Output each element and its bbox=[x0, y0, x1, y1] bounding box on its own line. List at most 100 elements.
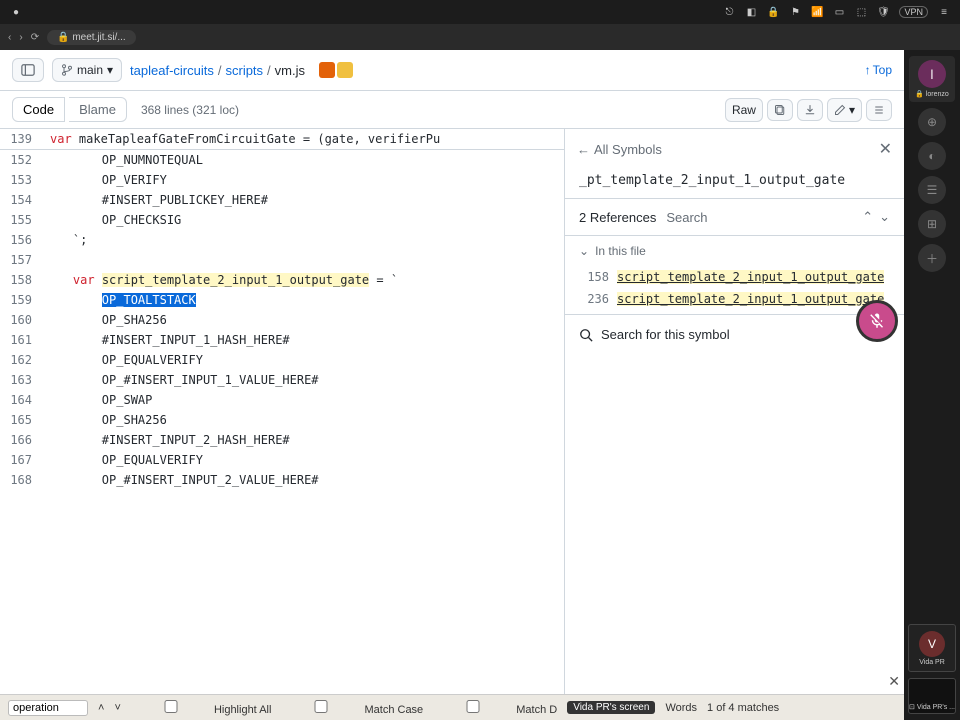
edit-button[interactable]: ▾ bbox=[827, 98, 862, 122]
download-button[interactable] bbox=[797, 99, 823, 121]
breadcrumb-folder[interactable]: scripts bbox=[225, 63, 263, 78]
branch-selector[interactable]: main ▾ bbox=[52, 58, 122, 82]
match-diacritics-checkbox[interactable]: Match D bbox=[433, 700, 557, 716]
code-line[interactable]: 165 OP_SHA256 bbox=[0, 410, 564, 430]
dock-button[interactable]: ⊕ bbox=[918, 108, 946, 136]
tray-battery-icon[interactable]: ▭ bbox=[833, 6, 845, 18]
participant-tile[interactable]: V Vida PR bbox=[908, 624, 956, 672]
tray-icon[interactable]: 🔒 bbox=[767, 6, 779, 18]
shared-screen: main ▾ tapleaf-circuits / scripts / vm.j… bbox=[0, 50, 904, 720]
references-header[interactable]: 2 References Search ⌃ ⌄ bbox=[565, 199, 904, 236]
dock-button[interactable]: ◐ bbox=[918, 142, 946, 170]
browser-toolbar: ‹ › ⟳ 🔒 meet.jit.si/... bbox=[0, 24, 960, 50]
line-number: 168 bbox=[0, 470, 44, 490]
code-view[interactable]: 139 var makeTapleafGateFromCircuitGate =… bbox=[0, 129, 564, 720]
line-number: 164 bbox=[0, 390, 44, 410]
tray-icon[interactable]: ◧ bbox=[745, 6, 757, 18]
code-line[interactable]: 163 OP_#INSERT_INPUT_1_VALUE_HERE# bbox=[0, 370, 564, 390]
code-line[interactable]: 161 #INSERT_INPUT_1_HASH_HERE# bbox=[0, 330, 564, 350]
url-bar[interactable]: 🔒 meet.jit.si/... bbox=[47, 30, 136, 45]
side-panel-toggle[interactable] bbox=[12, 58, 44, 82]
code-line[interactable]: 157 bbox=[0, 250, 564, 270]
code-line[interactable]: 160 OP_SHA256 bbox=[0, 310, 564, 330]
code-text: var script_template_2_input_1_output_gat… bbox=[44, 270, 398, 290]
copy-button[interactable] bbox=[767, 99, 793, 121]
tray-icon[interactable]: ⬚ bbox=[855, 6, 867, 18]
jump-to-top[interactable]: ↑ Top bbox=[865, 63, 892, 77]
list-icon bbox=[873, 104, 885, 116]
find-in-page-bar: ˄ ˅ Highlight All Match Case Match D Vid… bbox=[0, 694, 904, 720]
prev-reference-button[interactable]: ⌃ bbox=[862, 209, 873, 225]
code-text: OP_CHECKSIG bbox=[44, 210, 181, 230]
tray-shield-icon[interactable]: 🛡 bbox=[877, 6, 889, 18]
line-number: 153 bbox=[0, 170, 44, 190]
match-case-checkbox[interactable]: Match Case bbox=[281, 700, 423, 716]
nav-reload-icon[interactable]: ⟳ bbox=[31, 32, 39, 43]
tray-menu-icon[interactable]: ≡ bbox=[938, 6, 950, 18]
symbols-button[interactable] bbox=[866, 99, 892, 121]
code-line[interactable]: 154 #INSERT_PUBLICKEY_HERE# bbox=[0, 190, 564, 210]
sticky-context-line[interactable]: 139 var makeTapleafGateFromCircuitGate =… bbox=[0, 129, 564, 150]
breadcrumb-repo[interactable]: tapleaf-circuits bbox=[130, 63, 214, 78]
window-controls[interactable]: ● bbox=[10, 6, 22, 18]
tray-icon[interactable]: ⎋ bbox=[723, 6, 735, 18]
branch-icon bbox=[61, 64, 73, 76]
find-input[interactable] bbox=[8, 700, 88, 716]
close-icon[interactable]: ✕ bbox=[888, 673, 900, 690]
code-line[interactable]: 155 OP_CHECKSIG bbox=[0, 210, 564, 230]
code-text: OP_TOALTSTACK bbox=[44, 290, 196, 310]
code-line[interactable]: 164 OP_SWAP bbox=[0, 390, 564, 410]
download-icon bbox=[804, 104, 816, 116]
back-to-all-symbols[interactable]: ← All Symbols bbox=[577, 142, 662, 157]
code-text: OP_VERIFY bbox=[44, 170, 167, 190]
mic-muted-indicator[interactable] bbox=[856, 300, 898, 342]
close-panel-button[interactable]: ✕ bbox=[879, 139, 892, 159]
next-reference-button[interactable]: ⌄ bbox=[879, 209, 890, 225]
code-line[interactable]: 156 `; bbox=[0, 230, 564, 250]
code-text: OP_EQUALVERIFY bbox=[44, 450, 203, 470]
in-this-file-section[interactable]: ⌄ In this file bbox=[565, 236, 904, 266]
find-prev-button[interactable]: ˄ bbox=[98, 702, 104, 714]
find-next-button[interactable]: ˅ bbox=[114, 702, 120, 714]
nav-back-icon[interactable]: ‹ bbox=[8, 32, 11, 43]
tab-blame[interactable]: Blame bbox=[69, 97, 127, 122]
vpn-indicator[interactable]: VPN bbox=[899, 6, 928, 18]
symbol-name: _pt_template_2_input_1_output_gate bbox=[565, 169, 904, 199]
badge-icon bbox=[337, 62, 353, 78]
tray-wifi-icon[interactable]: 📶 bbox=[811, 6, 823, 18]
code-line[interactable]: 166 #INSERT_INPUT_2_HASH_HERE# bbox=[0, 430, 564, 450]
code-line[interactable]: 159 OP_TOALTSTACK bbox=[0, 290, 564, 310]
participant-name: Vida PR bbox=[919, 659, 945, 666]
dock-button[interactable]: ⊞ bbox=[918, 210, 946, 238]
line-number: 160 bbox=[0, 310, 44, 330]
reference-line-number: 236 bbox=[579, 292, 609, 306]
dock-button[interactable]: ＋ bbox=[918, 244, 946, 272]
tab-code[interactable]: Code bbox=[12, 97, 65, 122]
nav-forward-icon[interactable]: › bbox=[19, 32, 22, 43]
code-line[interactable]: 162 OP_EQUALVERIFY bbox=[0, 350, 564, 370]
reference-item[interactable]: 236 script_template_2_input_1_output_gate bbox=[565, 288, 904, 310]
code-line[interactable]: 168 OP_#INSERT_INPUT_2_VALUE_HERE# bbox=[0, 470, 564, 490]
tray-icon[interactable]: ⚑ bbox=[789, 6, 801, 18]
screen-share-thumbnail[interactable]: ⊡ Vida PR's ... bbox=[908, 678, 956, 714]
meeting-sidebar: l 🔒 lorenzo ⊕ ◐ ☰ ⊞ ＋ V Vida PR ⊡ Vida P… bbox=[904, 50, 960, 720]
file-header: main ▾ tapleaf-circuits / scripts / vm.j… bbox=[0, 50, 904, 91]
dock-button[interactable]: ☰ bbox=[918, 176, 946, 204]
reference-text: script_template_2_input_1_output_gate bbox=[617, 292, 884, 306]
code-line[interactable]: 167 OP_EQUALVERIFY bbox=[0, 450, 564, 470]
line-number: 166 bbox=[0, 430, 44, 450]
code-text: `; bbox=[44, 230, 87, 250]
pencil-icon bbox=[834, 104, 846, 116]
line-number: 161 bbox=[0, 330, 44, 350]
search-for-symbol[interactable]: Search for this symbol bbox=[565, 314, 904, 354]
code-text: OP_SHA256 bbox=[44, 310, 167, 330]
reference-item[interactable]: 158script_template_2_input_1_output_gate bbox=[565, 266, 904, 288]
highlight-all-checkbox[interactable]: Highlight All bbox=[131, 700, 272, 716]
code-line[interactable]: 152 OP_NUMNOTEQUAL bbox=[0, 150, 564, 170]
reference-text: script_template_2_input_1_output_gate bbox=[617, 270, 884, 284]
raw-button[interactable]: Raw bbox=[725, 98, 763, 122]
line-number: 167 bbox=[0, 450, 44, 470]
participant-tile-host[interactable]: l 🔒 lorenzo bbox=[909, 56, 955, 102]
code-line[interactable]: 153 OP_VERIFY bbox=[0, 170, 564, 190]
code-line[interactable]: 158 var script_template_2_input_1_output… bbox=[0, 270, 564, 290]
